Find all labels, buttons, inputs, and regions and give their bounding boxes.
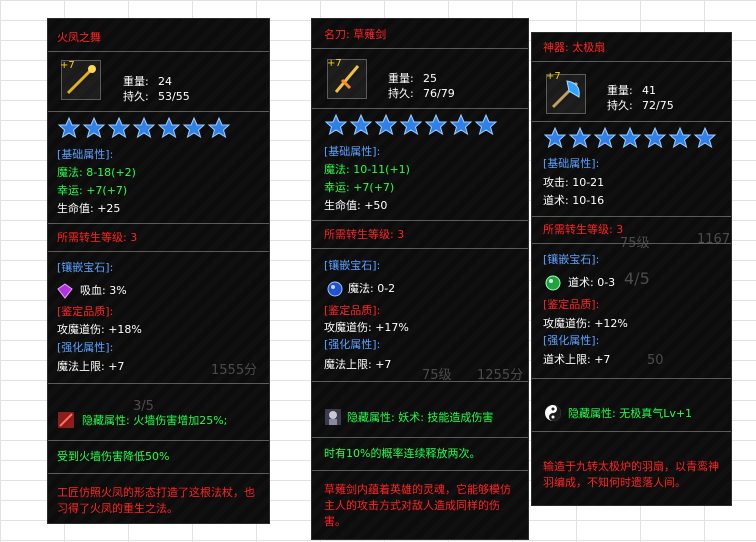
blue-gem-icon: [327, 281, 343, 297]
enhance-effect: 道术上限: +7: [543, 353, 611, 366]
gem-effect: 道术: 0-3: [568, 276, 616, 289]
bg-score: 1167: [697, 232, 731, 247]
star-icon: [618, 126, 642, 149]
attr-hp: 生命值: +50: [324, 199, 388, 212]
quality-header: [鉴定品质]:: [324, 304, 381, 317]
durability-label: 持久:: [123, 90, 149, 103]
star-icon: [57, 116, 81, 139]
extra-effect: 时有10%的概率连续释放两次。: [324, 447, 481, 460]
star-icon: [182, 116, 206, 139]
bg-score: 1555分: [211, 363, 258, 378]
rebirth-requirement: 所需转生等级: 3: [543, 223, 624, 236]
gem-header: [镶嵌宝石]:: [57, 261, 114, 274]
quality-header: [鉴定品质]:: [57, 305, 114, 318]
star-icon: [157, 116, 181, 139]
star-icon: [424, 113, 448, 136]
item-title: 火凤之舞: [57, 31, 101, 44]
attr-luck: 幸运: +7(+7): [57, 184, 128, 197]
base-attr-header: [基础属性]:: [324, 145, 381, 158]
bg-count: 4/5: [624, 269, 650, 288]
durability-label: 持久:: [607, 99, 633, 112]
attr-attack: 攻击: 10-21: [543, 176, 605, 189]
enhance-header: [强化属性]:: [543, 334, 600, 347]
hidden-attr-icon: [325, 409, 341, 425]
weight-value: 25: [423, 72, 437, 85]
durability-value: 72/75: [642, 99, 674, 112]
star-icon: [107, 116, 131, 139]
weight-label: 重量:: [607, 84, 633, 97]
attr-magic: 魔法: 8-18(+2): [57, 166, 136, 179]
weight-value: 24: [158, 75, 172, 88]
bg-level: 75级: [620, 236, 650, 251]
star-icon: [207, 116, 231, 139]
item-description: 草薙剑内蕴着英雄的灵魂，它能够模仿主人的攻击方式对敌人造成同样的伤害。: [324, 483, 511, 528]
item-tooltip-fire-phoenix: 1555分 3/5 火凤之舞 +7 重量: 24 持久: 53/55 [基础属性…: [47, 18, 270, 524]
enhance-header: [强化属性]:: [57, 341, 114, 354]
star-icon: [543, 126, 567, 149]
hidden-attr: 隐藏属性: 火墙伤害增加25%;: [82, 414, 228, 427]
hidden-attr: 隐藏属性: 无极真气Lv+1: [568, 407, 693, 420]
star-icon: [82, 116, 106, 139]
item-title: 神器: 太极扇: [543, 41, 606, 54]
item-description: 工匠仿照火凤的形态打造了这根法杖，也习得了火凤的重生之法。: [57, 486, 255, 515]
enhance-level: +7: [327, 58, 342, 69]
enhance-level: +7: [546, 71, 561, 82]
gem-effect: 魔法: 0-2: [348, 282, 396, 295]
star-icon: [449, 113, 473, 136]
durability-value: 53/55: [158, 90, 190, 103]
green-gem-icon: [545, 275, 561, 291]
star-icon: [693, 126, 717, 149]
weight-value: 41: [642, 84, 656, 97]
attr-luck: 幸运: +7(+7): [324, 181, 395, 194]
star-icon: [132, 116, 156, 139]
star-icon: [593, 126, 617, 149]
attr-hp: 生命值: +25: [57, 202, 121, 215]
attr-taoism: 道术: 10-16: [543, 194, 605, 207]
star-icon: [324, 113, 348, 136]
weight-label: 重量:: [123, 75, 149, 88]
hidden-attr-icon: [58, 412, 74, 428]
enhance-effect: 魔法上限: +7: [57, 360, 125, 373]
item-title: 名刀: 草薙剑: [324, 28, 387, 41]
quality-header: [鉴定品质]:: [543, 298, 600, 311]
star-icon: [643, 126, 667, 149]
purple-gem-icon: [57, 283, 73, 299]
gem-header: [镶嵌宝石]:: [324, 259, 381, 272]
bg-count: 3/5: [133, 399, 154, 414]
gem-effect: 吸血: 3%: [80, 284, 127, 297]
star-icon: [474, 113, 498, 136]
base-attr-header: [基础属性]:: [543, 157, 600, 170]
quality-effect: 攻魔道伤: +18%: [57, 323, 142, 336]
rebirth-requirement: 所需转生等级: 3: [57, 231, 138, 244]
durability-value: 76/79: [423, 87, 455, 100]
star-icon: [399, 113, 423, 136]
star-rating: [57, 116, 231, 140]
attr-magic: 魔法: 10-11(+1): [324, 163, 410, 176]
star-rating: [543, 126, 717, 150]
enhance-effect: 魔法上限: +7: [324, 358, 392, 371]
durability-label: 持久:: [388, 87, 414, 100]
gem-header: [镶嵌宝石]:: [543, 253, 600, 266]
base-attr-header: [基础属性]:: [57, 148, 114, 161]
weight-label: 重量:: [388, 72, 414, 85]
item-tooltip-taiji-fan: 1167 4/5 75级 50 神器: 太极扇 +7 重量: 41 持久: 72…: [531, 32, 732, 506]
bg-number: 50: [647, 353, 664, 368]
enhance-header: [强化属性]:: [324, 338, 381, 351]
enhance-level: +7: [60, 60, 75, 71]
star-icon: [374, 113, 398, 136]
quality-effect: 攻魔道伤: +17%: [324, 321, 409, 334]
item-description: 输造于九转太极炉的羽扇，以青鸾神羽编成，不知何时遗落人间。: [543, 460, 719, 489]
star-icon: [668, 126, 692, 149]
rebirth-requirement: 所需转生等级: 3: [324, 228, 405, 241]
star-icon: [349, 113, 373, 136]
hidden-attr: 隐藏属性: 妖术: 技能造成伤害: [347, 411, 494, 424]
item-tooltip-kusanagi: 1255分 75级 名刀: 草薙剑 +7 重量: 25 持久: 76/79 [基…: [311, 18, 529, 540]
quality-effect: 攻魔道伤: +12%: [543, 317, 628, 330]
taiji-hidden-icon: [545, 405, 561, 421]
extra-effect: 受到火墙伤害降低50%: [57, 450, 170, 463]
star-rating: [324, 113, 498, 137]
star-icon: [568, 126, 592, 149]
